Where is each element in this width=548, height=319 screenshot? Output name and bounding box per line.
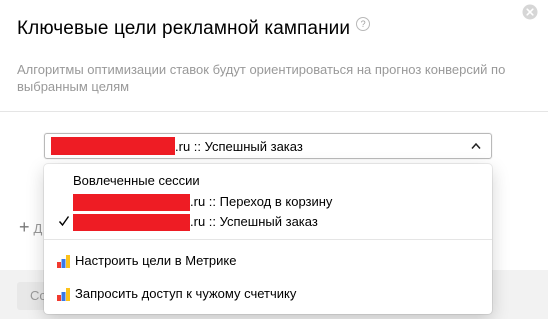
help-icon[interactable]: ?: [356, 17, 371, 31]
header-divider: [0, 111, 548, 112]
option-label: .ru :: Успешный заказ: [190, 214, 318, 229]
goal-select[interactable]: .ru :: Успешный заказ: [44, 133, 492, 159]
option-label: .ru :: Переход в корзину: [190, 194, 333, 209]
option-add-to-cart[interactable]: .ru :: Переход в корзину: [44, 191, 492, 213]
dialog-description: Алгоритмы оптимизации ставок будут ориен…: [17, 62, 506, 94]
goals-dialog: Ключевые цели рекламной кампании ? Алгор…: [0, 0, 548, 319]
redacted-counter-name: [73, 214, 190, 231]
check-icon: [58, 216, 70, 227]
metrika-icon: [57, 288, 70, 301]
dialog-title: Ключевые цели рекламной кампании: [17, 18, 351, 39]
goal-select-value: .ru :: Успешный заказ: [175, 139, 303, 154]
plus-icon: +: [19, 217, 30, 237]
close-icon[interactable]: [522, 4, 538, 20]
action-label: Настроить цели в Метрике: [75, 253, 237, 268]
goal-dropdown-menu: Вовлеченные сессии .ru :: Переход в корз…: [44, 164, 492, 314]
option-successful-order[interactable]: .ru :: Успешный заказ: [44, 211, 492, 233]
dropdown-divider: [44, 239, 492, 240]
add-goal-label: Д: [33, 221, 43, 236]
group-header: Вовлеченные сессии: [73, 173, 200, 188]
configure-goals-in-metrika[interactable]: Настроить цели в Метрике: [44, 249, 492, 273]
dialog-header: Ключевые цели рекламной кампании ?: [17, 17, 371, 40]
add-goal-link[interactable]: + Д: [19, 217, 42, 238]
request-counter-access[interactable]: Запросить доступ к чужому счетчику: [44, 282, 492, 306]
action-label: Запросить доступ к чужому счетчику: [75, 286, 297, 301]
chevron-up-icon: [471, 142, 481, 149]
redacted-counter-name: [51, 137, 175, 155]
redacted-counter-name: [73, 194, 190, 211]
metrika-icon: [57, 255, 70, 268]
